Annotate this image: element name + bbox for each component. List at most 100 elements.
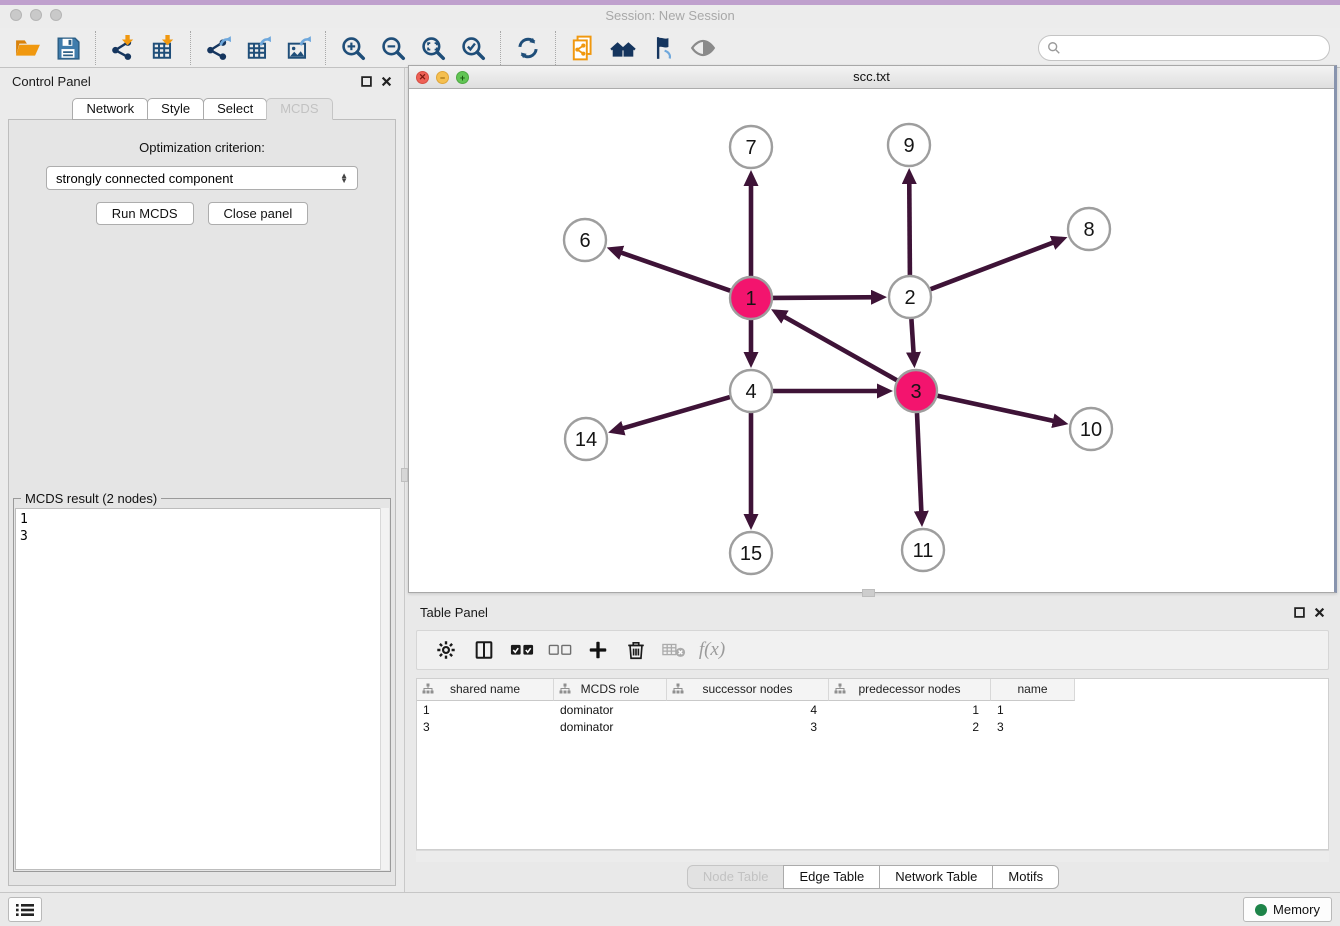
graph-node-9[interactable]: 9	[888, 124, 930, 166]
edge-1-6[interactable]	[611, 249, 730, 291]
delete-columns-button[interactable]	[617, 634, 655, 666]
cell-successor-nodes[interactable]: 3	[667, 718, 829, 735]
import-table-button[interactable]	[143, 32, 183, 64]
column-header-successor-nodes[interactable]: successor nodes	[667, 679, 829, 701]
memory-label: Memory	[1273, 902, 1320, 917]
tab-network-table[interactable]: Network Table	[879, 865, 993, 889]
zoom-out-button[interactable]	[373, 32, 413, 64]
table-row[interactable]: 1dominator411	[417, 701, 1328, 718]
criterion-select[interactable]: strongly connected component ▲▼	[46, 166, 358, 190]
mcds-panel-body: Optimization criterion: strongly connect…	[8, 119, 396, 886]
attribute-tree-icon	[422, 683, 434, 695]
edge-1-2[interactable]	[773, 297, 882, 298]
zoom-in-button[interactable]	[333, 32, 373, 64]
table-scroll-strip[interactable]	[416, 850, 1329, 862]
deselect-all-button[interactable]	[541, 634, 579, 666]
graph-node-15[interactable]: 15	[730, 532, 772, 574]
select-stepper-icon: ▲▼	[340, 173, 348, 183]
cell-shared-name[interactable]: 3	[417, 718, 554, 735]
window-titlebar: Session: New Session	[0, 0, 1340, 28]
cell-name[interactable]: 1	[991, 701, 1075, 718]
control-panel-header: Control Panel	[0, 68, 404, 94]
toolbar-separator	[190, 31, 191, 65]
column-settings-button[interactable]	[427, 634, 465, 666]
graph-node-1[interactable]: 1	[730, 277, 772, 319]
float-table-panel-icon[interactable]	[1294, 607, 1305, 618]
table-panel: Table Panel f(x) shared nameMCDS rolesuc…	[408, 600, 1337, 892]
panel-divider-handle[interactable]	[401, 468, 408, 482]
close-table-panel-icon[interactable]	[1314, 607, 1325, 618]
memory-button[interactable]: Memory	[1243, 897, 1332, 922]
tab-network[interactable]: Network	[72, 98, 148, 120]
tab-mcds[interactable]: MCDS	[266, 98, 332, 120]
mcds-result-list[interactable]: 1 3	[15, 508, 389, 870]
search-input[interactable]	[1066, 41, 1321, 55]
task-history-button[interactable]	[8, 897, 42, 922]
export-network-button[interactable]	[198, 32, 238, 64]
network-canvas[interactable]: 7 9 6 8 1 2 4 3 14 10 15 11	[409, 89, 1334, 592]
graph-node-3[interactable]: 3	[895, 370, 937, 412]
delete-table-button[interactable]	[655, 634, 693, 666]
edge-3-11[interactable]	[917, 413, 922, 522]
column-header-mcds-role[interactable]: MCDS role	[554, 679, 667, 701]
edge-4-14[interactable]	[613, 397, 730, 431]
status-bar: Memory	[0, 892, 1340, 926]
graph-node-2[interactable]: 2	[889, 276, 931, 318]
graph-node-14[interactable]: 14	[565, 418, 607, 460]
run-mcds-button[interactable]: Run MCDS	[96, 202, 194, 225]
edge-3-1[interactable]	[775, 312, 896, 381]
cell-name[interactable]: 3	[991, 718, 1075, 735]
graph-node-8[interactable]: 8	[1068, 208, 1110, 250]
export-image-button[interactable]	[278, 32, 318, 64]
tab-node-table[interactable]: Node Table	[687, 865, 785, 889]
open-session-button[interactable]	[8, 32, 48, 64]
graph-node-4[interactable]: 4	[730, 370, 772, 412]
tab-edge-table[interactable]: Edge Table	[783, 865, 880, 889]
edge-3-10[interactable]	[938, 396, 1064, 423]
svg-text:9: 9	[903, 135, 914, 157]
tab-motifs[interactable]: Motifs	[992, 865, 1059, 889]
close-panel-button[interactable]: Close panel	[208, 202, 309, 225]
cell-mcds-role[interactable]: dominator	[554, 718, 667, 735]
graph-node-7[interactable]: 7	[730, 126, 772, 168]
svg-text:8: 8	[1083, 219, 1094, 241]
edge-2-8[interactable]	[931, 239, 1063, 289]
search-box[interactable]	[1038, 35, 1330, 61]
graph-node-6[interactable]: 6	[564, 219, 606, 261]
show-hide-eye-button[interactable]	[683, 32, 723, 64]
column-header-predecessor-nodes[interactable]: predecessor nodes	[829, 679, 991, 701]
import-network-button[interactable]	[103, 32, 143, 64]
cell-successor-nodes[interactable]: 4	[667, 701, 829, 718]
tab-style[interactable]: Style	[147, 98, 204, 120]
refresh-layout-button[interactable]	[508, 32, 548, 64]
cell-predecessor-nodes[interactable]: 1	[829, 701, 991, 718]
horizontal-divider-handle[interactable]	[862, 589, 875, 597]
float-panel-icon[interactable]	[361, 76, 372, 87]
cell-mcds-role[interactable]: dominator	[554, 701, 667, 718]
zoom-selected-button[interactable]	[453, 32, 493, 64]
column-header-shared-name[interactable]: shared name	[417, 679, 554, 701]
graph-node-11[interactable]: 11	[902, 529, 944, 571]
column-header-name[interactable]: name	[991, 679, 1075, 701]
graph-node-10[interactable]: 10	[1070, 408, 1112, 450]
function-builder-button[interactable]: f(x)	[693, 634, 731, 666]
zoom-fit-button[interactable]	[413, 32, 453, 64]
network-window-titlebar[interactable]: ✕ − + scc.txt	[409, 66, 1334, 89]
result-scrollbar[interactable]	[380, 508, 389, 870]
cell-shared-name[interactable]: 1	[417, 701, 554, 718]
show-columns-button[interactable]	[465, 634, 503, 666]
save-session-button[interactable]	[48, 32, 88, 64]
ndex-home-button[interactable]	[603, 32, 643, 64]
svg-text:1: 1	[745, 288, 756, 310]
tab-select[interactable]: Select	[203, 98, 267, 120]
add-column-button[interactable]	[579, 634, 617, 666]
cell-predecessor-nodes[interactable]: 2	[829, 718, 991, 735]
export-table-button[interactable]	[238, 32, 278, 64]
annotation-flag-button[interactable]	[643, 32, 683, 64]
close-panel-icon[interactable]	[381, 76, 392, 87]
edge-2-3[interactable]	[911, 319, 914, 363]
edge-2-9[interactable]	[909, 173, 910, 275]
table-row[interactable]: 3dominator323	[417, 718, 1328, 735]
select-all-button[interactable]	[503, 634, 541, 666]
share-network-document-button[interactable]	[563, 32, 603, 64]
